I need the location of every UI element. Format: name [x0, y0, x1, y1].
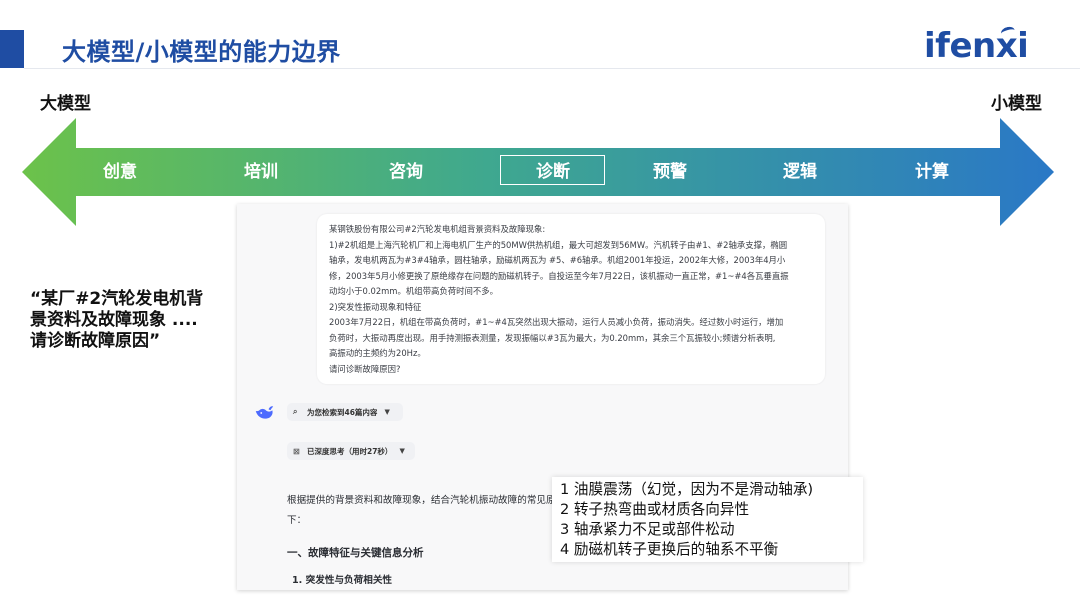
user-message-line: 负荷时，大振动再度出现。用手持测振表测量，发现振幅以#3瓦为最大，为0.20mm… [329, 332, 776, 343]
user-message-line: 2)突发性振动现象和特征 [329, 301, 422, 312]
diagnosis-callout: 1 油膜震荡（幻觉，因为不是滑动轴承) 2 转子热弯曲或材质各向异性 3 轴承紧… [552, 477, 863, 562]
stage-calculation: 计算 [915, 162, 949, 182]
user-message-line: 2003年7月22日，机组在带高负荷时，#1~#4瓦突然出现大振动，运行人员减小… [329, 317, 784, 327]
prompt-quote-line: 景资料及故障现象 .... [30, 310, 198, 330]
deep-thinking-toggle[interactable]: ⊠ 已深度思考（用时27秒） ▼ [287, 442, 415, 460]
search-results-label: 为您检索到46篇内容 [307, 407, 378, 417]
stage-logic: 逻辑 [783, 162, 817, 182]
user-message-line: 动均小于0.02mm。机组带高负荷时间不多。 [329, 286, 498, 296]
user-message-line: 某钢铁股份有限公司#2汽轮发电机组背景资料及故障现象: [329, 224, 546, 234]
stage-creativity: 创意 [103, 162, 137, 182]
chevron-down-icon: ▼ [399, 447, 405, 455]
callout-line: 3 轴承紧力不足或部件松动 [560, 521, 735, 538]
answer-subheading: 1. 突发性与负荷相关性 [292, 575, 393, 586]
deep-thinking-label: 已深度思考（用时27秒） [307, 446, 393, 456]
user-message-bubble: 某钢铁股份有限公司#2汽轮发电机组背景资料及故障现象: 1)#2机组是上海汽轮机… [317, 214, 825, 384]
whale-logo-icon [255, 406, 274, 419]
title-accent-bar [0, 30, 24, 68]
answer-heading: 一、故障特征与关键信息分析 [287, 547, 424, 559]
title-divider [24, 68, 1080, 69]
stage-training: 培训 [244, 162, 278, 182]
user-message-line: 修，2003年5月小修更换了原绝缘存在问题的励磁机转子。自投运至今年7月22日，… [329, 270, 789, 281]
thinking-icon: ⊠ [293, 446, 300, 456]
prompt-quote: “某厂#2汽轮发电机背 景资料及故障现象 .... 请诊断故障原因” [30, 289, 230, 352]
search-results-toggle[interactable]: ⌕ 为您检索到46篇内容 ▼ [287, 403, 403, 421]
prompt-quote-line: 请诊断故障原因” [30, 331, 161, 351]
search-icon: ⌕ [293, 407, 298, 416]
user-message-line: 轴承，发电机两瓦为#3#4轴承，圆柱轴承，励磁机两瓦为 #5、#6轴承。机组20… [329, 255, 786, 265]
left-end-label: 大模型 [40, 94, 91, 114]
chevron-down-icon: ▼ [384, 408, 390, 416]
stage-consulting: 咨询 [389, 162, 423, 182]
callout-line: 4 励磁机转子更换后的轴系不平衡 [560, 541, 779, 558]
highlighted-stage-frame [500, 155, 605, 185]
prompt-quote-line: “某厂#2汽轮发电机背 [30, 289, 204, 309]
stage-warning: 预警 [653, 162, 687, 182]
user-message-line: 高振动的主频约为20Hz。 [329, 348, 426, 358]
user-message-line: 请问诊断故障原因? [329, 363, 401, 374]
slide-title: 大模型/小模型的能力边界 [62, 38, 341, 66]
answer-intro-text: 根据提供的背景资料和故障现象，结合汽轮机振动故障的常见原因如下： [287, 495, 575, 526]
callout-line: 2 转子热弯曲或材质各向异性 [560, 501, 750, 518]
right-end-label: 小模型 [991, 94, 1042, 114]
user-message-line: 1)#2机组是上海汽轮机厂和上海电机厂生产的50MW供热机组，最大可超发到56M… [329, 239, 788, 250]
callout-line: 1 油膜震荡（幻觉，因为不是滑动轴承) [560, 481, 814, 498]
